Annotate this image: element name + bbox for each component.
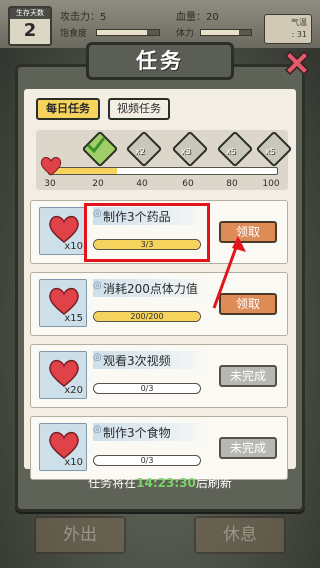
heart-icon [49, 359, 79, 388]
task-reward-icon: x20 [39, 351, 87, 399]
progress-current-label: 30 [44, 179, 56, 189]
stamina-bar [200, 29, 252, 36]
task-name: 制作3个食物 [103, 426, 171, 440]
top-hud: 生存天数 2 攻击力：5 血量：20 饱食度 体力 气温 : 31 [0, 0, 320, 48]
reward-count: x15 [64, 313, 83, 324]
swirl-icon: ◎ [93, 424, 102, 435]
task-card: x10 ◎ 制作3个食物 0/3 未完成 [30, 416, 288, 480]
tick-label: 60 [182, 179, 194, 189]
reward-chest-2-count: x2 [135, 147, 145, 156]
activity-progress-area [36, 130, 288, 190]
incomplete-button[interactable]: 未完成 [219, 437, 277, 459]
heart-icon [49, 215, 79, 244]
attack-stat: 攻击力：5 [60, 12, 107, 23]
temperature-widget: 气温 : 31 [264, 14, 312, 44]
reward-count: x10 [64, 241, 83, 252]
refresh-notice: 任务将在14:23:30后刷新 [0, 474, 320, 491]
go-out-button[interactable]: 外出 [34, 516, 126, 554]
task-progress-text: 200/200 [130, 312, 164, 321]
task-card: x20 ◎ 观看3次视频 0/3 未完成 [30, 344, 288, 408]
check-icon [86, 137, 106, 154]
panel-title: 任务 [136, 49, 184, 73]
panel-title-tab: 任务 [86, 42, 234, 80]
refresh-suffix: 后刷新 [195, 476, 232, 490]
reward-count: x20 [64, 385, 83, 396]
reward-chest-4-count: x5 [226, 147, 236, 156]
tab-daily-tasks[interactable]: 每日任务 [36, 98, 100, 120]
task-progress-text: 0/3 [140, 456, 154, 465]
reward-chest-5-count: x5 [265, 147, 275, 156]
satiety-bar [96, 29, 160, 36]
swirl-icon: ◎ [93, 280, 102, 291]
rest-button[interactable]: 休息 [194, 516, 286, 554]
temperature-label: 气温 [291, 18, 307, 27]
task-reward-icon: x10 [39, 423, 87, 471]
tick-label: 20 [92, 179, 104, 189]
tick-label: 100 [262, 179, 280, 189]
heart-icon [49, 431, 79, 460]
temperature-value: : 31 [291, 30, 307, 39]
reward-chest-3-count: x3 [181, 147, 191, 156]
task-reward-icon: x10 [39, 207, 87, 255]
day-value: 2 [23, 20, 37, 41]
tutorial-highlight-box [84, 203, 210, 262]
task-reward-icon: x15 [39, 279, 87, 327]
tab-video-tasks[interactable]: 视频任务 [108, 98, 170, 120]
task-progress-text: 0/3 [140, 384, 154, 393]
refresh-timer: 14:23:30 [136, 476, 196, 490]
pointer-arrow-icon [212, 236, 246, 309]
satiety-label: 饱食度 [60, 29, 88, 39]
swirl-icon: ◎ [93, 352, 102, 363]
heart-icon [49, 287, 79, 316]
activity-progress-bar [48, 167, 278, 175]
refresh-prefix: 任务将在 [88, 476, 137, 490]
health-stat: 血量：20 [176, 12, 219, 23]
incomplete-button[interactable]: 未完成 [219, 365, 277, 387]
tick-label: 40 [136, 179, 148, 189]
task-name: 观看3次视频 [103, 354, 171, 368]
task-name: 消耗200点体力值 [103, 282, 198, 296]
day-counter: 生存天数 2 [8, 6, 52, 46]
reward-count: x10 [64, 457, 83, 468]
day-label: 生存天数 [10, 8, 50, 19]
tick-label: 80 [226, 179, 238, 189]
stamina-label: 体力 [176, 29, 195, 39]
close-icon[interactable] [282, 48, 312, 78]
heart-icon [40, 157, 62, 176]
